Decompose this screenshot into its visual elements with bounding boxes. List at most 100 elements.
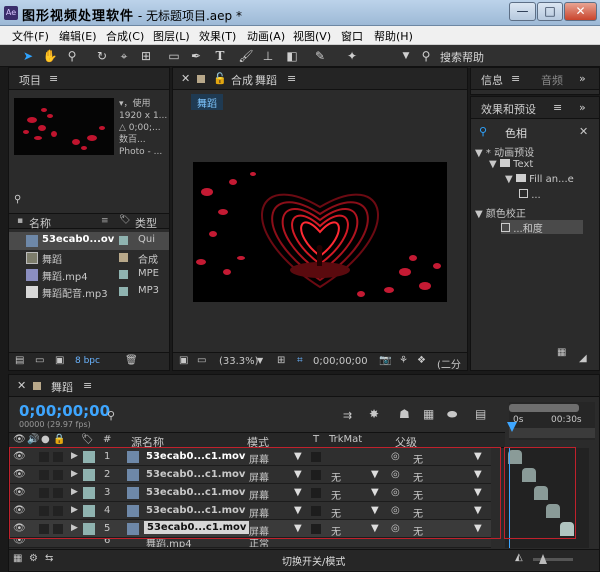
show-channel-icon[interactable]: ⚘	[399, 355, 408, 366]
close-tab-icon[interactable]: ✕	[181, 72, 190, 85]
panel-menu-icon[interactable]: ≡	[83, 379, 92, 392]
resolution-dropdown[interactable]: (二分	[437, 356, 461, 371]
panel-menu-icon[interactable]: ≡	[511, 72, 520, 85]
more-tabs-icon[interactable]: »	[579, 101, 586, 114]
magnification-dropdown[interactable]: (33.3%)	[219, 356, 259, 367]
time-ruler[interactable]: 0s 00:30s	[507, 402, 595, 440]
minimize-button[interactable]: —	[509, 2, 536, 21]
roto-brush-tool-icon[interactable]: ✎	[312, 48, 328, 64]
work-area-bar[interactable]	[509, 404, 579, 412]
tree-item[interactable]: ▼ 颜色校正	[475, 205, 526, 220]
new-composition-icon[interactable]: ▣	[55, 355, 64, 366]
bit-depth-button[interactable]: 8 bpc	[75, 356, 100, 366]
info-tab[interactable]: 信息	[481, 72, 503, 88]
frame-blending-icon[interactable]: ▦	[423, 407, 434, 421]
panel-menu-icon[interactable]: ≡	[49, 72, 58, 85]
trash-icon[interactable]: 🗑	[125, 355, 138, 366]
expand-modes-icon[interactable]: ⚙	[29, 553, 38, 564]
clone-stamp-tool-icon[interactable]: ⊥	[260, 48, 276, 64]
selection-tool-icon[interactable]: ➤	[20, 48, 36, 64]
expand-switches-icon[interactable]: ▦	[13, 553, 22, 564]
composition-tab-prefix: 合成	[231, 74, 253, 87]
blend-mode-dropdown[interactable]: 正常	[249, 538, 269, 547]
tree-item[interactable]: ...	[519, 189, 541, 201]
resize-grip-icon[interactable]: ◢	[579, 353, 587, 364]
snapshot-icon[interactable]: 📷	[379, 355, 391, 366]
grid-icon[interactable]: ⊞	[277, 355, 285, 366]
maximize-button[interactable]: □	[537, 2, 563, 21]
clear-search-icon[interactable]: ✕	[579, 125, 588, 138]
draft-3d-icon[interactable]: ✸	[369, 407, 379, 421]
tree-item-selected[interactable]: ...和度	[501, 220, 583, 235]
new-folder-icon[interactable]: ▭	[35, 355, 44, 366]
toggle-switches-modes-button[interactable]: 切换开关/模式	[282, 553, 345, 568]
timeline-current-time[interactable]: 0;00;00;00	[19, 402, 110, 420]
rotate-tool-icon[interactable]: ↻	[94, 48, 110, 64]
pan-behind-tool-icon[interactable]: ⊞	[138, 48, 154, 64]
composition-tab[interactable]: ✕ 🔓 合成 舞蹈 ≡	[173, 68, 467, 90]
column-name[interactable]: 名称	[29, 215, 51, 231]
graph-editor-icon[interactable]: ▤	[475, 407, 486, 421]
composition-mini-flowchart-icon[interactable]: ⇉	[343, 409, 352, 422]
menu-composition[interactable]: 合成(C)	[106, 28, 144, 44]
zoom-out-icon[interactable]: ◭	[515, 552, 523, 563]
column-type[interactable]: 类型	[135, 215, 157, 231]
panel-menu-icon[interactable]: ≡	[553, 101, 562, 114]
current-time-display[interactable]: 0;00;00;00	[313, 356, 368, 367]
always-preview-icon[interactable]: ▣	[179, 355, 188, 366]
menu-window[interactable]: 窗口	[341, 28, 363, 44]
close-button[interactable]: ✕	[564, 2, 597, 21]
rectangle-tool-icon[interactable]: ▭	[166, 48, 182, 64]
project-item[interactable]: 舞蹈配音.mp3 MP3	[9, 283, 169, 301]
tree-item[interactable]: ▼ Text	[489, 159, 533, 170]
new-preset-icon[interactable]: ▦	[557, 347, 566, 358]
expand-stretch-icon[interactable]: ⇆	[45, 553, 53, 564]
menu-view[interactable]: 视图(V)	[293, 28, 331, 44]
menu-layer[interactable]: 图层(L)	[153, 28, 190, 44]
panel-menu-icon[interactable]: ≡	[287, 72, 296, 85]
menu-help[interactable]: 帮助(H)	[374, 28, 413, 44]
effects-search-input[interactable]: ⚲ 色相 ✕	[475, 123, 597, 141]
project-item[interactable]: 53ecab0...ov Qui	[9, 232, 169, 250]
lock-icon[interactable]: 🔓	[213, 72, 227, 85]
mask-visibility-icon[interactable]: ⌗	[297, 355, 303, 366]
table-row[interactable]: 👁 6 舞蹈.mp4 正常	[9, 538, 491, 548]
search-icon[interactable]: ⚲	[107, 409, 115, 422]
menu-animation[interactable]: 动画(A)	[247, 28, 285, 44]
close-tab-icon[interactable]: ✕	[17, 379, 26, 392]
project-tab[interactable]: 项目 ≡	[9, 68, 169, 90]
color-channels-icon[interactable]: ❖	[417, 355, 426, 366]
more-tabs-icon[interactable]: »	[579, 72, 586, 85]
menu-edit[interactable]: 编辑(E)	[59, 28, 97, 44]
audio-tab[interactable]: 音频	[541, 72, 563, 88]
layer-name[interactable]: 舞蹈.mp4	[146, 538, 192, 547]
hand-tool-icon[interactable]: ✋	[42, 48, 58, 64]
project-item[interactable]: 舞蹈.mp4 MPE	[9, 266, 169, 284]
composition-view-chip[interactable]: 舞蹈	[191, 94, 223, 110]
chevron-down-icon[interactable]: ▼	[257, 356, 263, 365]
pen-tool-icon[interactable]: ✒	[188, 48, 204, 64]
interpret-footage-icon[interactable]: ▤	[15, 355, 24, 366]
project-search-input[interactable]: ⚲	[14, 192, 164, 206]
eraser-tool-icon[interactable]: ◧	[284, 48, 300, 64]
text-tool-icon[interactable]: T	[212, 48, 228, 64]
workspace-dropdown-icon[interactable]: ▼	[398, 48, 414, 64]
brush-tool-icon[interactable]: 🖌	[238, 48, 254, 64]
zoom-slider[interactable]	[533, 558, 573, 561]
column-trkmat[interactable]: TrkMat	[329, 434, 362, 445]
puppet-tool-icon[interactable]: ✦	[344, 48, 360, 64]
tree-item[interactable]: ▼ Fill an...e	[505, 174, 574, 185]
menu-file[interactable]: 文件(F)	[12, 28, 49, 44]
project-item[interactable]: 舞蹈 合成	[9, 249, 169, 267]
zoom-tool-icon[interactable]: ⚲	[64, 48, 80, 64]
search-help-label[interactable]: 搜索帮助	[440, 49, 484, 65]
tree-item[interactable]: ▼ * 动画预设	[475, 144, 534, 159]
visibility-eye-icon[interactable]: 👁	[13, 538, 26, 546]
motion-blur-icon[interactable]: ⬬	[447, 407, 457, 422]
camera-tool-icon[interactable]: ⌖	[116, 48, 132, 64]
shy-layers-icon[interactable]: ☗	[399, 407, 410, 421]
effects-tab[interactable]: 效果和预设 ≡ »	[471, 97, 599, 119]
menu-effect[interactable]: 效果(T)	[199, 28, 236, 44]
timeline-tab[interactable]: ✕ 舞蹈 ≡	[9, 375, 599, 397]
monitor-icon[interactable]: ▭	[197, 355, 206, 366]
